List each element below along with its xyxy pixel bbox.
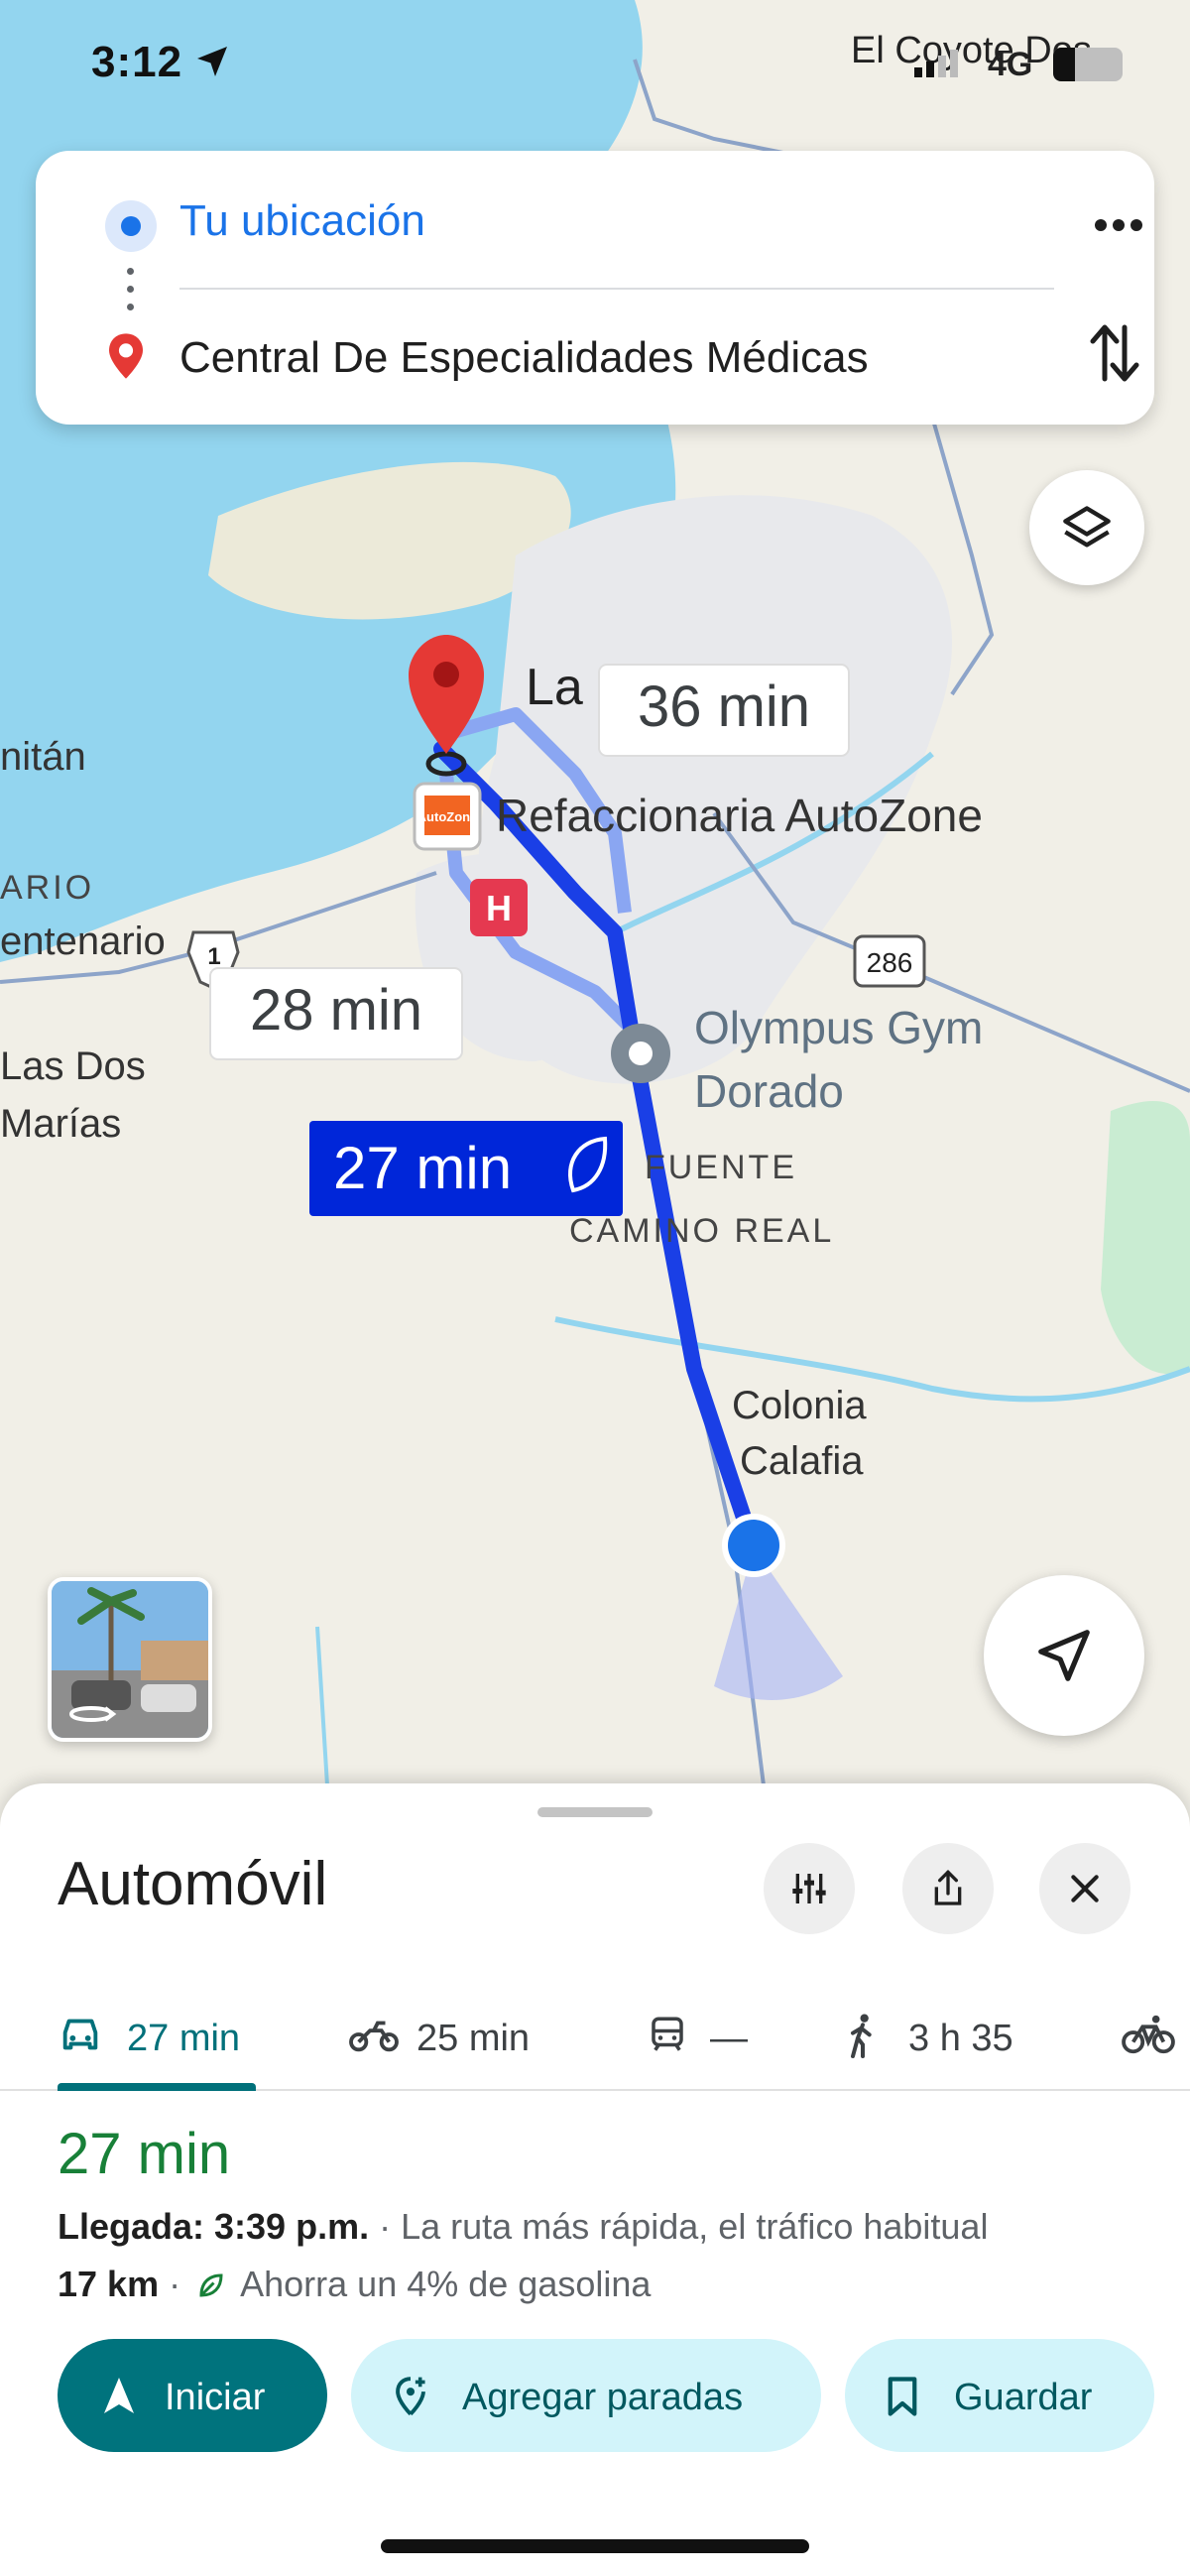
active-tab-indicator bbox=[58, 2083, 256, 2091]
share-button[interactable] bbox=[902, 1843, 994, 1934]
travel-mode-title: Automóvil bbox=[58, 1850, 328, 1918]
car-icon bbox=[62, 2019, 98, 2050]
start-button-label: Iniciar bbox=[165, 2377, 266, 2418]
destination-pin-icon bbox=[109, 333, 143, 379]
route-connector-dots bbox=[127, 268, 135, 321]
olympus-gym-marker bbox=[611, 1024, 670, 1083]
map-label-la-fuente: FUENTE bbox=[645, 1149, 797, 1186]
route-bottom-sheet: Automóvil 27 min 25 min — 3 h 35 27 min bbox=[0, 1783, 1190, 2576]
sheet-drag-handle[interactable] bbox=[537, 1807, 653, 1817]
map-label-camino-real: CAMINO REAL bbox=[569, 1212, 834, 1250]
recenter-button[interactable] bbox=[984, 1575, 1144, 1736]
map-label-las-dos-2: Marías bbox=[0, 1102, 121, 1146]
tab-car-label: 27 min bbox=[127, 2018, 241, 2059]
motorcycle-icon bbox=[349, 2021, 399, 2052]
travel-mode-tabs: 27 min 25 min — 3 h 35 bbox=[0, 1990, 1190, 2091]
map-label-olympus-1: Olympus Gym bbox=[694, 1002, 983, 1053]
tab-bike[interactable] bbox=[1121, 1990, 1190, 2087]
eco-leaf-icon bbox=[199, 2273, 223, 2297]
route-badge-28min[interactable]: 28 min bbox=[209, 967, 463, 1060]
status-time: 3:12 bbox=[91, 38, 183, 86]
svg-text:AutoZone: AutoZone bbox=[417, 809, 478, 824]
hospital-marker: H bbox=[470, 879, 528, 936]
map-label-calafia-2: Calafia bbox=[740, 1439, 864, 1483]
arrival-separator: · bbox=[379, 2206, 392, 2247]
add-location-icon bbox=[396, 2377, 425, 2416]
route-badge-27min-primary[interactable]: 27 min bbox=[309, 1121, 623, 1216]
arrival-time: Llegada: 3:39 p.m. bbox=[58, 2206, 370, 2247]
tab-motorcycle[interactable]: 25 min bbox=[347, 1990, 555, 2087]
start-navigation-button[interactable]: Iniciar bbox=[58, 2339, 327, 2452]
route-distance: 17 km bbox=[58, 2264, 160, 2304]
share-icon bbox=[934, 1869, 962, 1905]
layers-icon bbox=[1063, 506, 1111, 548]
save-button[interactable]: Guardar bbox=[845, 2339, 1154, 2452]
tab-transit-label: — bbox=[710, 2018, 748, 2059]
status-bar: 3:12 El Coyote Dos 4G bbox=[0, 0, 1190, 129]
route-duration: 27 min bbox=[58, 2122, 231, 2186]
status-network: 4G bbox=[988, 46, 1033, 83]
map-label-ario: ARIO bbox=[0, 869, 94, 907]
map-label-las-dos-1: Las Dos bbox=[0, 1044, 146, 1088]
route-arrival-line: Llegada: 3:39 p.m. · La ruta más rápida,… bbox=[58, 2206, 988, 2248]
fuel-savings: Ahorra un 4% de gasolina bbox=[240, 2264, 652, 2304]
navigation-icon bbox=[104, 2378, 134, 2413]
walk-icon bbox=[851, 2014, 872, 2058]
map-label-olympus-2: Dorado bbox=[694, 1065, 844, 1117]
bookmark-icon bbox=[888, 2377, 917, 2416]
svg-text:1: 1 bbox=[207, 943, 220, 970]
autozone-marker: AutoZone bbox=[413, 782, 482, 851]
transit-icon bbox=[652, 2017, 683, 2051]
distance-separator: · bbox=[169, 2264, 181, 2304]
route-options-button[interactable] bbox=[764, 1843, 855, 1934]
svg-text:27 min: 27 min bbox=[333, 1135, 512, 1201]
svg-text:H: H bbox=[486, 888, 512, 928]
origin-field[interactable]: Tu ubicación bbox=[179, 196, 425, 246]
tab-walk-label: 3 h 35 bbox=[908, 2018, 1013, 2059]
close-icon bbox=[1071, 1875, 1099, 1902]
current-location-dot bbox=[722, 1514, 785, 1577]
add-stops-button[interactable]: Agregar paradas bbox=[351, 2339, 821, 2452]
location-arrow-icon bbox=[197, 47, 227, 76]
route-badge-36min[interactable]: 36 min bbox=[598, 664, 850, 757]
highway-286-shield: 286 bbox=[853, 934, 926, 988]
signal-icon bbox=[914, 50, 958, 77]
battery-icon bbox=[1053, 48, 1123, 81]
swap-directions-icon[interactable] bbox=[1087, 321, 1142, 385]
home-indicator bbox=[381, 2539, 809, 2553]
close-button[interactable] bbox=[1039, 1843, 1130, 1934]
tab-car[interactable]: 27 min bbox=[58, 1990, 256, 2087]
route-distance-line: 17 km · Ahorra un 4% de gasolina bbox=[58, 2264, 651, 2305]
map-label-la: La bbox=[526, 659, 583, 716]
bike-icon bbox=[1122, 2015, 1175, 2054]
options-sliders-icon bbox=[792, 1874, 826, 1903]
svg-text:286: 286 bbox=[867, 947, 913, 978]
more-options-icon[interactable] bbox=[1089, 200, 1148, 250]
map-label-mitan: nitán bbox=[0, 735, 86, 779]
map-label-centenario: entenario bbox=[0, 920, 166, 963]
origin-dot-icon bbox=[105, 200, 157, 252]
svg-text:28 min: 28 min bbox=[250, 978, 422, 1043]
route-description: La ruta más rápida, el tráfico habitual bbox=[401, 2206, 989, 2247]
svg-text:36 min: 36 min bbox=[638, 675, 810, 739]
tab-walk[interactable]: 3 h 35 bbox=[843, 1990, 1031, 2087]
directions-card: Tu ubicación Central De Especialidades M… bbox=[36, 151, 1154, 425]
navigation-arrow-icon bbox=[1038, 1630, 1090, 1681]
destination-field[interactable]: Central De Especialidades Médicas bbox=[179, 333, 869, 383]
map-label-autozone: Refaccionaria AutoZone bbox=[496, 790, 983, 841]
map-label-calafia-1: Colonia bbox=[732, 1384, 867, 1427]
add-stops-label: Agregar paradas bbox=[462, 2377, 744, 2418]
field-divider bbox=[179, 288, 1054, 290]
save-button-label: Guardar bbox=[954, 2377, 1093, 2418]
tab-transit[interactable]: — bbox=[647, 1990, 756, 2087]
layers-button[interactable] bbox=[1029, 470, 1144, 585]
street-view-photo bbox=[52, 1581, 208, 1738]
street-view-thumbnail[interactable] bbox=[48, 1577, 212, 1742]
tab-motorcycle-label: 25 min bbox=[416, 2018, 531, 2059]
